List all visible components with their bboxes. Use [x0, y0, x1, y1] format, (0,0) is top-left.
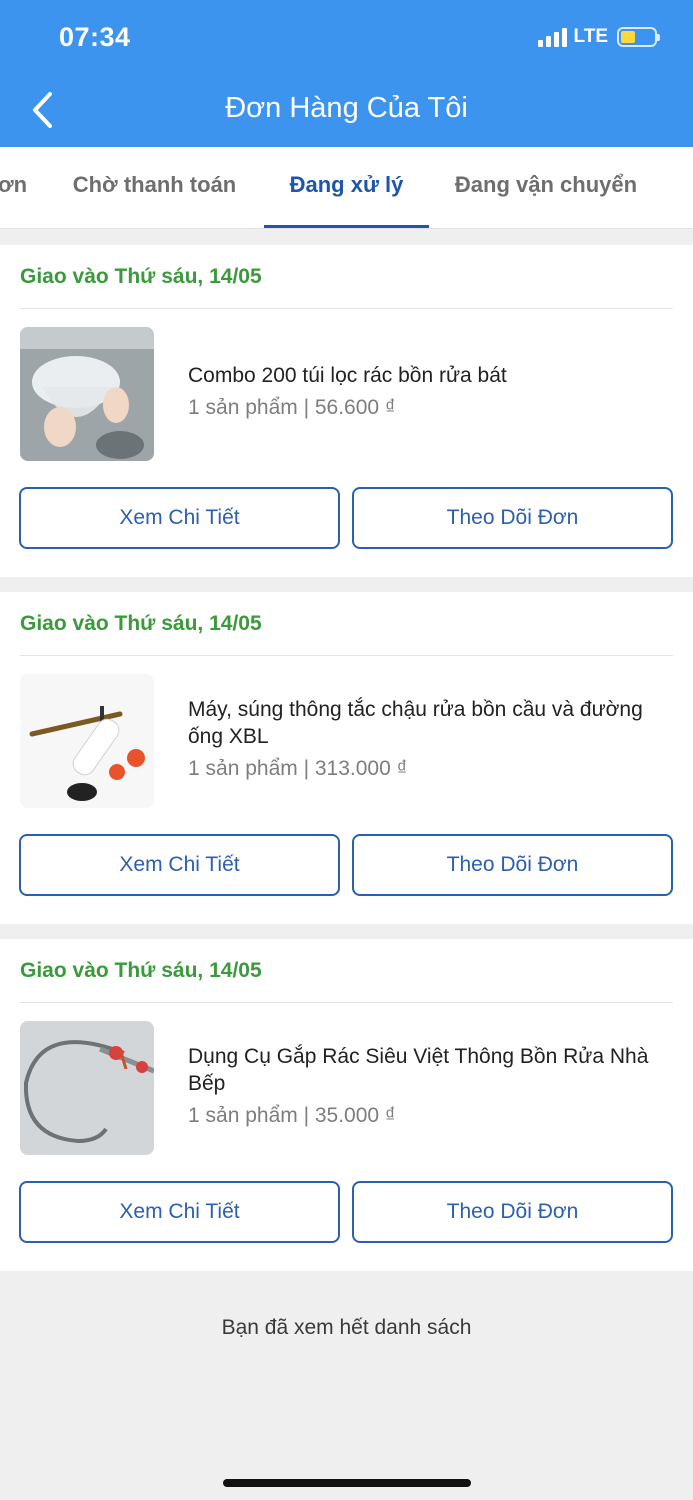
- order-card: Giao vào Thứ sáu, 14/05 Combo 200 túi lọ…: [0, 245, 693, 577]
- divider: [20, 655, 673, 656]
- track-order-button[interactable]: Theo Dõi Đơn: [352, 834, 673, 896]
- tab-shipping[interactable]: Đang vận chuyển: [454, 147, 638, 228]
- delivery-date: Giao vào Thứ sáu, 14/05: [20, 265, 262, 288]
- app-header: 07:34 LTE Đơn Hàng Của Tôi: [0, 0, 693, 147]
- page-title: Đơn Hàng Của Tôi: [225, 92, 468, 124]
- product-image[interactable]: [20, 674, 154, 808]
- divider: [20, 308, 673, 309]
- signal-icon: [537, 27, 567, 47]
- product-image[interactable]: [20, 1021, 154, 1155]
- product-image[interactable]: [20, 327, 154, 461]
- product-info: Combo 200 túi lọc rác bồn rửa bát 1 sản …: [188, 362, 653, 421]
- tab-pending-payment[interactable]: Chờ thanh toán: [72, 147, 237, 228]
- tab-processing[interactable]: Đang xử lý: [264, 147, 429, 228]
- delivery-date: Giao vào Thứ sáu, 14/05: [20, 959, 262, 982]
- product-name: Máy, súng thông tắc chậu rửa bồn cầu và …: [188, 698, 643, 748]
- status-time: 07:34: [59, 22, 131, 52]
- order-card: Giao vào Thứ sáu, 14/05 Máy, súng thông …: [0, 592, 693, 924]
- product-info: Máy, súng thông tắc chậu rửa bồn cầu và …: [188, 696, 653, 782]
- view-details-button[interactable]: Xem Chi Tiết: [19, 1181, 340, 1243]
- product-meta: 1 sản phẩm | 56.600 ₫: [188, 396, 396, 419]
- delivery-date: Giao vào Thứ sáu, 14/05: [20, 612, 262, 635]
- track-order-button[interactable]: Theo Dõi Đơn: [352, 487, 673, 549]
- tab-all[interactable]: ơn: [0, 147, 27, 228]
- order-card: Giao vào Thứ sáu, 14/05 Dụng Cụ Gắp Rác …: [0, 939, 693, 1271]
- product-name: Combo 200 túi lọc rác bồn rửa bát: [188, 364, 507, 387]
- status-icons: LTE: [537, 26, 660, 48]
- track-order-button[interactable]: Theo Dõi Đơn: [352, 1181, 673, 1243]
- network-label: LTE: [573, 26, 608, 47]
- battery-icon: [617, 27, 660, 47]
- product-meta: 1 sản phẩm | 35.000 ₫: [188, 1104, 396, 1127]
- end-of-list-text: Bạn đã xem hết danh sách: [221, 1316, 472, 1339]
- product-name: Dụng Cụ Gắp Rác Siêu Việt Thông Bồn Rửa …: [188, 1045, 649, 1095]
- home-indicator[interactable]: [223, 1479, 471, 1487]
- product-meta: 1 sản phẩm | 313.000 ₫: [188, 757, 408, 780]
- divider: [20, 1002, 673, 1003]
- view-details-button[interactable]: Xem Chi Tiết: [19, 834, 340, 896]
- order-status-tabs: ơn Chờ thanh toán Đang xử lý Đang vận ch…: [0, 147, 693, 229]
- view-details-button[interactable]: Xem Chi Tiết: [19, 487, 340, 549]
- product-info: Dụng Cụ Gắp Rác Siêu Việt Thông Bồn Rửa …: [188, 1043, 653, 1129]
